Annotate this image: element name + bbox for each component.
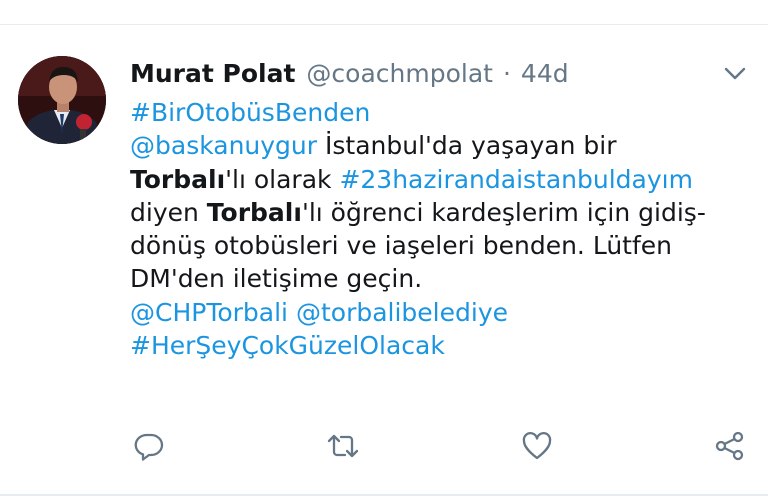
retweet-icon (327, 434, 359, 458)
reply-button[interactable] (131, 428, 167, 464)
tweet-line: DM'den iletişime geçin. (130, 262, 750, 295)
text-segment: İstanbul'da yaşayan bir (317, 131, 617, 161)
tweet-line: #BirOtobüsBenden (130, 96, 750, 129)
hashtag-link[interactable]: #23hazirandaistanbuldayım (339, 165, 693, 194)
tweet-line: @baskanuygur İstanbul'da yaşayan bir (130, 129, 750, 162)
text-segment: 'lı olarak (225, 164, 340, 194)
tweet-line: @CHPTorbali @torbalibelediye (130, 296, 750, 329)
reply-icon (134, 433, 164, 461)
hashtag-link[interactable]: #BirOtobüsBenden (130, 98, 370, 127)
tweet-line: diyen Torbalı'lı öğrenci kardeşlerim içi… (130, 196, 750, 229)
bold-text: Torbalı (130, 164, 226, 194)
tweet-line: #HerŞeyÇokGüzelOlacak (130, 329, 750, 362)
like-button[interactable] (519, 428, 555, 464)
avatar-photo (18, 56, 106, 144)
top-divider (0, 24, 768, 25)
mention-link[interactable]: @torbalibelediye (296, 298, 508, 327)
bottom-divider (0, 494, 768, 496)
bold-text: Torbalı (206, 197, 302, 227)
text-segment: diyen (130, 197, 207, 227)
timestamp[interactable]: 44d (521, 59, 569, 88)
text-segment (288, 298, 296, 327)
mention-link[interactable]: @baskanuygur (130, 131, 317, 160)
share-icon (715, 431, 744, 461)
tweet-header: Murat Polat @coachmpolat · 44d (130, 56, 569, 90)
share-button[interactable] (712, 428, 748, 464)
hashtag-link[interactable]: #HerŞeyÇokGüzelOlacak (130, 331, 445, 360)
chevron-down-icon[interactable] (722, 64, 748, 84)
mention-link[interactable]: @CHPTorbali (130, 298, 288, 327)
tweet-line: Torbalı'lı olarak #23hazirandaistanbulda… (130, 163, 750, 196)
action-bar (0, 428, 768, 464)
retweet-button[interactable] (325, 428, 361, 464)
tweet-text: #BirOtobüsBenden @baskanuygur İstanbul'da… (130, 96, 750, 362)
author-name[interactable]: Murat Polat (130, 59, 295, 88)
author-handle[interactable]: @coachmpolat (306, 59, 493, 88)
avatar[interactable] (18, 56, 106, 144)
text-segment: dönüş otobüsleri ve iaşeleri benden. Lüt… (130, 231, 672, 261)
text-segment: 'lı öğrenci kardeşlerim için gidiş- (301, 197, 706, 227)
tweet-line: dönüş otobüsleri ve iaşeleri benden. Lüt… (130, 229, 750, 262)
text-segment: DM'den iletişime geçin. (130, 264, 423, 294)
dot-separator: · (502, 58, 511, 88)
heart-icon (522, 432, 552, 460)
